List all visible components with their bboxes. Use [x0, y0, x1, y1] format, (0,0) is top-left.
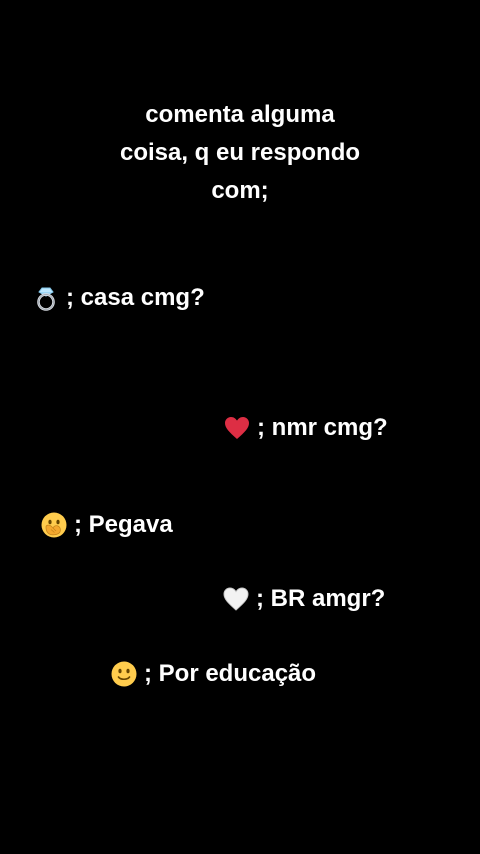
- option-text: ; Pegava: [74, 511, 173, 538]
- slightly-smiling-face-icon: [110, 660, 138, 688]
- title-line-3: com;: [211, 177, 269, 204]
- white-heart-icon: [222, 585, 250, 613]
- option-text: ; Por educação: [144, 660, 317, 687]
- prompt-title: comenta alguma coisa, q eu respondo com;: [0, 96, 480, 210]
- face-with-hand-over-mouth-icon: [40, 511, 68, 539]
- option-casa-cmg: ; casa cmg?: [32, 284, 205, 312]
- option-text: ; BR amgr?: [256, 585, 386, 612]
- option-text: ; casa cmg?: [66, 284, 205, 311]
- title-line-1: comenta alguma: [145, 101, 335, 128]
- option-por-educacao: ; Por educação: [110, 660, 316, 688]
- red-heart-icon: [223, 414, 251, 442]
- ring-icon: [32, 284, 60, 312]
- option-nmr-cmg: ; nmr cmg?: [223, 414, 388, 442]
- option-pegava: ; Pegava: [40, 511, 173, 539]
- option-text: ; nmr cmg?: [257, 414, 388, 441]
- title-line-2: coisa, q eu respondo: [119, 139, 361, 166]
- option-br-amgr: ; BR amgr?: [222, 585, 385, 613]
